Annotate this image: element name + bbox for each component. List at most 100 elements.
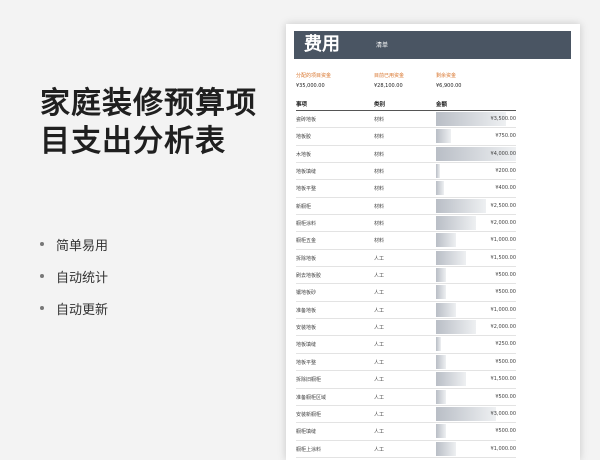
- spreadsheet-preview: 费用 清单 分配的项目资金 ¥35,000.00 目前已用资金 ¥28,100.…: [286, 24, 580, 460]
- amount-value: ¥500.00: [495, 358, 516, 365]
- amount-value: ¥1,000.00: [490, 237, 516, 244]
- table-row: 安装地板 人工 ¥2,000.00: [296, 319, 516, 337]
- cell-item: 地板平整: [296, 359, 317, 366]
- sheet-subtitle: 清单: [376, 42, 389, 49]
- cell-category: 材料: [374, 169, 385, 176]
- summary-value: ¥28,100.00: [374, 83, 403, 89]
- table-row: 橱柜涂料 材料 ¥2,000.00: [296, 215, 516, 233]
- cell-item: 木地板: [296, 151, 312, 158]
- cell-category: 人工: [374, 307, 385, 314]
- cell-amount: ¥3,000.00: [436, 406, 516, 421]
- bullet-dot-icon: [40, 242, 44, 246]
- amount-data-bar: [436, 164, 440, 179]
- amount-value: ¥500.00: [495, 289, 516, 296]
- cell-item: 地板胶: [296, 134, 312, 141]
- cell-item: 准备地板: [296, 307, 317, 314]
- amount-data-bar: [436, 424, 446, 439]
- amount-value: ¥2,500.00: [490, 202, 516, 209]
- amount-data-bar: [436, 216, 476, 231]
- summary-value: ¥35,000.00: [296, 83, 325, 89]
- cell-item: 拆除地板: [296, 255, 317, 262]
- cell-amount: ¥400.00: [436, 181, 516, 196]
- cell-category: 人工: [374, 325, 385, 332]
- cell-amount: ¥2,500.00: [436, 198, 516, 213]
- amount-value: ¥200.00: [495, 168, 516, 175]
- table-row: 拆除地板 人工 ¥1,500.00: [296, 250, 516, 268]
- cell-category: 人工: [374, 411, 385, 418]
- cell-amount: ¥500.00: [436, 354, 516, 369]
- amount-data-bar: [436, 441, 456, 456]
- summary-label: 分配的项目资金: [296, 73, 332, 79]
- cell-category: 人工: [374, 273, 385, 280]
- feature-label: 简单易用: [56, 238, 109, 254]
- cell-item: 地板填缝: [296, 342, 317, 349]
- amount-value: ¥250.00: [495, 341, 516, 348]
- cell-category: 材料: [374, 151, 385, 158]
- cell-category: 人工: [374, 342, 385, 349]
- table-row: 橱柜填缝 人工 ¥500.00: [296, 423, 516, 441]
- cell-category: 材料: [374, 117, 385, 123]
- cell-item: 瓷砖地板: [296, 117, 317, 123]
- cell-item: 橱柜上涂料: [296, 446, 322, 453]
- cell-item: 刷去地板胶: [296, 273, 322, 280]
- cell-amount: ¥2,000.00: [436, 216, 516, 231]
- table-row: 地板填缝 材料 ¥200.00: [296, 163, 516, 181]
- feature-list: 简单易用 自动统计 自动更新: [40, 228, 108, 324]
- feature-item: 自动更新: [40, 292, 108, 324]
- title-line-2: 目支出分析表: [40, 124, 226, 159]
- cell-amount: ¥2,000.00: [436, 320, 516, 335]
- cell-category: 材料: [374, 203, 385, 210]
- table-row: 刷去地板胶 人工 ¥500.00: [296, 267, 516, 285]
- summary-label: 剩余资金: [436, 73, 457, 79]
- table-header: 事项 类别 金额: [296, 100, 516, 111]
- cell-item: 镶地板砂: [296, 290, 317, 297]
- cell-category: 人工: [374, 255, 385, 262]
- table-row: 木地板 材料 ¥4,000.00: [296, 146, 516, 164]
- feature-item: 简单易用: [40, 228, 108, 260]
- feature-label: 自动更新: [56, 302, 109, 318]
- amount-data-bar: [436, 233, 456, 248]
- summary-used: 目前已用资金 ¥28,100.00: [374, 72, 404, 89]
- column-header-category: 类别: [374, 102, 386, 108]
- amount-value: ¥500.00: [495, 428, 516, 435]
- sheet-title: 费用: [304, 34, 340, 55]
- amount-data-bar: [436, 320, 476, 335]
- amount-data-bar: [436, 268, 446, 283]
- table-row: 准备地板 人工 ¥1,000.00: [296, 302, 516, 320]
- table-row: 拆除旧橱柜 人工 ¥1,500.00: [296, 371, 516, 389]
- amount-value: ¥2,000.00: [490, 324, 516, 331]
- table-row: 安装新橱柜 人工 ¥3,000.00: [296, 406, 516, 424]
- amount-data-bar: [436, 372, 466, 387]
- cell-item: 拆除旧橱柜: [296, 377, 322, 384]
- table-row: 镶地板砂 人工 ¥500.00: [296, 284, 516, 302]
- amount-value: ¥1,000.00: [490, 445, 516, 452]
- cell-item: 准备橱柜区域: [296, 394, 327, 401]
- table-row: 橱柜五金 材料 ¥1,000.00: [296, 232, 516, 250]
- table-row: 地板胶 材料 ¥750.00: [296, 128, 516, 146]
- cell-item: 橱柜填缝: [296, 429, 317, 436]
- table-row: 瓷砖地板 材料 ¥3,500.00: [296, 111, 516, 129]
- amount-data-bar: [436, 302, 456, 317]
- amount-data-bar: [436, 354, 446, 369]
- summary-allocated: 分配的项目资金 ¥35,000.00: [296, 72, 331, 89]
- column-header-amount: 金额: [436, 102, 448, 108]
- amount-data-bar: [436, 129, 451, 144]
- cell-amount: ¥4,000.00: [436, 146, 516, 161]
- amount-data-bar: [436, 406, 496, 421]
- cell-category: 人工: [374, 446, 385, 453]
- sheet-banner: 费用 清单: [294, 31, 571, 59]
- amount-value: ¥1,500.00: [490, 376, 516, 383]
- amount-value: ¥4,000.00: [490, 150, 516, 157]
- cell-item: 橱柜涂料: [296, 221, 317, 228]
- amount-value: ¥500.00: [495, 393, 516, 400]
- page-title: 家庭装修预算项 目支出分析表: [40, 85, 257, 161]
- summary-value: ¥6,900.00: [436, 83, 462, 89]
- cell-category: 材料: [374, 186, 385, 193]
- amount-value: ¥750.00: [495, 133, 516, 140]
- table-row: 地板平整 人工 ¥500.00: [296, 354, 516, 372]
- cell-item: 橱柜五金: [296, 238, 317, 245]
- cell-item: 地板平整: [296, 186, 317, 193]
- table-row: 地板填缝 人工 ¥250.00: [296, 336, 516, 354]
- cell-item: 新橱柜: [296, 203, 312, 210]
- amount-value: ¥400.00: [495, 185, 516, 192]
